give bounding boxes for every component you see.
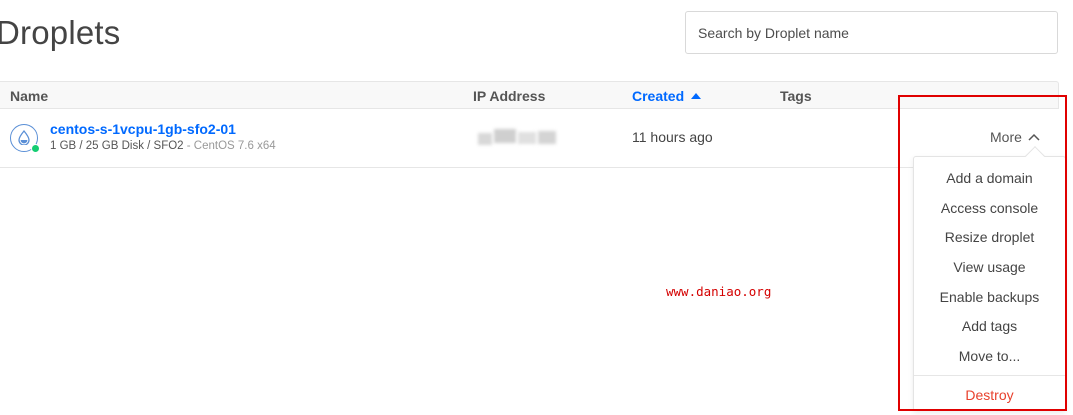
column-header-created-label[interactable]: Created bbox=[632, 88, 684, 104]
more-menu: Add a domain Access console Resize dropl… bbox=[913, 156, 1066, 411]
menu-item-enable-backups[interactable]: Enable backups bbox=[914, 287, 1065, 307]
menu-item-resize-droplet[interactable]: Resize droplet bbox=[914, 227, 1065, 247]
sort-up-icon[interactable] bbox=[691, 93, 702, 99]
menu-divider bbox=[914, 375, 1065, 376]
menu-item-add-domain[interactable]: Add a domain bbox=[914, 168, 1065, 188]
menu-item-move-to[interactable]: Move to... bbox=[914, 346, 1065, 366]
droplet-specs-text: 1 GB / 25 GB Disk / SFO2 bbox=[50, 140, 184, 152]
droplet-name-link[interactable]: centos-s-1vcpu-1gb-sfo2-01 bbox=[50, 121, 236, 137]
menu-item-view-usage[interactable]: View usage bbox=[914, 257, 1065, 277]
column-header-ip[interactable]: IP Address bbox=[473, 88, 545, 104]
water-drop-icon bbox=[18, 130, 30, 145]
column-header-tags[interactable]: Tags bbox=[780, 88, 812, 104]
column-header-name[interactable]: Name bbox=[10, 88, 48, 104]
table-row: centos-s-1vcpu-1gb-sfo2-01 1 GB / 25 GB … bbox=[0, 109, 1059, 168]
chevron-up-icon bbox=[1028, 133, 1040, 141]
menu-item-access-console[interactable]: Access console bbox=[914, 198, 1065, 218]
table-header: Name IP Address Created Tags bbox=[0, 81, 1059, 109]
search-input[interactable] bbox=[685, 11, 1058, 54]
ip-address-blurred bbox=[478, 129, 558, 147]
more-button[interactable]: More bbox=[990, 129, 1040, 145]
page-title: Droplets bbox=[0, 14, 121, 51]
droplet-os: - CentOS 7.6 x64 bbox=[183, 140, 276, 152]
menu-item-destroy[interactable]: Destroy bbox=[914, 385, 1065, 405]
created-time: 11 hours ago bbox=[632, 129, 713, 145]
column-header-created[interactable]: Created bbox=[632, 88, 702, 104]
status-dot bbox=[31, 144, 40, 153]
droplet-specs: 1 GB / 25 GB Disk / SFO2 - CentOS 7.6 x6… bbox=[50, 140, 276, 152]
menu-item-add-tags[interactable]: Add tags bbox=[914, 316, 1065, 336]
more-button-label[interactable]: More bbox=[990, 129, 1022, 145]
droplets-table: Name IP Address Created Tags centos-s-1v… bbox=[0, 81, 1059, 168]
watermark: www.daniao.org bbox=[666, 284, 772, 299]
